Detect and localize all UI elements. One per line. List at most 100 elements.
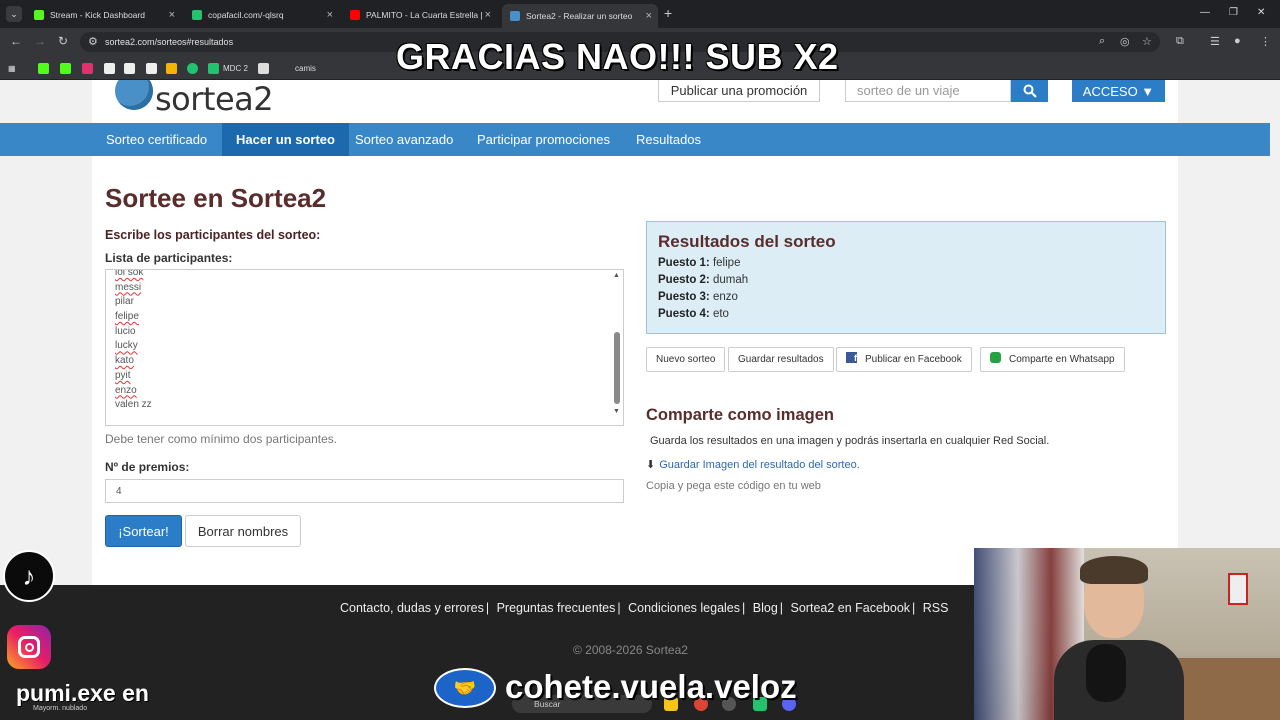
save-results-button[interactable]: Guardar resultados [728, 347, 834, 372]
bookmark-kick2-icon[interactable] [60, 61, 75, 75]
publish-facebook-button[interactable]: f Publicar en Facebook [836, 347, 972, 372]
bookmark-camis[interactable]: camis [295, 61, 316, 75]
reload-icon[interactable]: ↻ [58, 34, 68, 48]
bookmark-ext4-icon[interactable] [258, 61, 273, 75]
nav-sorteo-avanzado[interactable]: Sorteo avanzado [341, 123, 467, 156]
footer-link-facebook[interactable]: Sortea2 en Facebook [791, 601, 911, 615]
participants-list-label: Lista de participantes: [105, 251, 233, 265]
url-text[interactable]: sortea2.com/sorteos#resultados [105, 37, 233, 47]
draw-button[interactable]: ¡Sortear! [105, 515, 182, 547]
participant-line: messi [115, 281, 142, 293]
window-close-icon[interactable]: ✕ [1257, 7, 1265, 18]
share-image-title: Comparte como imagen [646, 406, 834, 424]
tab-search-icon[interactable]: ⌄ [6, 6, 22, 22]
extensions-icon[interactable]: ⧉ [1176, 35, 1184, 48]
footer-link-preguntas[interactable]: Preguntas frecuentes [497, 601, 616, 615]
bookmark-ext-icon[interactable] [104, 61, 119, 75]
bookmark-mdc2[interactable]: MDC 2 [208, 61, 248, 75]
bookmark-circle-icon[interactable] [187, 61, 202, 75]
nav-sorteo-certificado[interactable]: Sorteo certificado [92, 123, 221, 156]
download-icon: ⬇ [646, 459, 656, 471]
profile-avatar[interactable]: ● [1234, 35, 1241, 47]
sidebar-icon[interactable]: ☰ [1210, 35, 1220, 48]
tiktok-icon: ♪ [3, 550, 55, 602]
close-tab-icon[interactable]: × [169, 9, 175, 21]
tab-title: PALMITO - La Cuarta Estrella [V [366, 10, 482, 20]
textarea-scrollbar[interactable]: ▲ ▼ [613, 272, 621, 423]
bookmark-ext2-icon[interactable] [124, 61, 139, 75]
overlay-cohete-text: cohete.vuela.veloz [505, 668, 797, 705]
logo-text: sortea2 [155, 80, 274, 116]
facebook-button-label: Publicar en Facebook [865, 354, 962, 365]
result-row: Puesto 4: eto [658, 308, 729, 320]
participant-line: lucky [115, 340, 138, 352]
scroll-up-icon[interactable]: ▲ [613, 272, 620, 279]
tab-sortea2[interactable]: Sortea2 - Realizar un sorteo × [502, 4, 658, 28]
bookmark-ext3-icon[interactable] [146, 61, 161, 75]
min-participants-hint: Debe tener como mínimo dos participantes… [105, 432, 338, 446]
share-whatsapp-button[interactable]: Comparte en Whatsapp [980, 347, 1125, 372]
close-tab-icon[interactable]: × [646, 10, 652, 22]
youtube-icon [350, 10, 360, 20]
scroll-down-icon[interactable]: ▼ [613, 408, 620, 415]
new-draw-button[interactable]: Nuevo sorteo [646, 347, 726, 372]
results-title: Resultados del sorteo [658, 232, 836, 251]
nav-participar-promociones[interactable]: Participar promociones [463, 123, 624, 156]
save-image-link-label: Guardar Imagen del resultado del sorteo. [659, 458, 860, 471]
stream-overlay-title: GRACIAS NAO!!! SUB X2 [396, 36, 839, 77]
new-tab-icon[interactable]: + [664, 5, 672, 21]
share-image-text: Guarda los resultados en una imagen y po… [650, 435, 1050, 447]
close-tab-icon[interactable]: × [485, 9, 491, 21]
sortea2-logo[interactable]: sortea2 [113, 80, 293, 116]
bookmark-instagram-icon[interactable] [82, 61, 97, 75]
footer-link-contacto[interactable]: Contacto, dudas y errores [340, 601, 484, 615]
handshake-icon: 🤝 [434, 668, 496, 708]
site-info-icon[interactable]: ⚙ [88, 35, 98, 48]
whatsapp-button-label: Comparte en Whatsapp [1009, 354, 1115, 365]
participants-textarea[interactable]: lol sok messi pilar felipe lucio lucky k… [105, 269, 624, 426]
participants-heading: Escribe los participantes del sorteo: [105, 228, 321, 242]
back-icon[interactable]: ← [10, 34, 22, 48]
apps-icon[interactable]: ▦ [8, 61, 16, 75]
bookmark-star-icon[interactable]: ☆ [1142, 35, 1152, 48]
search-input[interactable]: sorteo de un viaje [845, 80, 1011, 102]
save-image-link[interactable]: ⬇ Guardar Imagen del resultado del sorte… [646, 458, 860, 472]
close-tab-icon[interactable]: × [327, 9, 333, 21]
tab-title: copafacil.com/-qlsrq [208, 10, 284, 20]
restore-icon[interactable]: ❐ [1229, 7, 1238, 18]
tab-copafacil[interactable]: copafacil.com/-qlsrq × [184, 4, 339, 26]
menu-icon[interactable]: ⋮ [1260, 35, 1271, 48]
webcam-feed [974, 548, 1280, 720]
nav-resultados[interactable]: Resultados [622, 123, 715, 156]
sortea2-favicon [510, 11, 520, 21]
clear-names-button[interactable]: Borrar nombres [185, 515, 301, 547]
footer-link-condiciones[interactable]: Condiciones legales [628, 601, 740, 615]
footer-link-blog[interactable]: Blog [753, 601, 778, 615]
main-nav: Sorteo certificado Hacer un sorteo Sorte… [0, 123, 1270, 156]
participant-line: enzo [115, 384, 137, 396]
publish-promotion-button[interactable]: Publicar una promoción [658, 80, 820, 102]
prizes-input[interactable]: 4 [105, 479, 624, 503]
copafacil-icon [192, 10, 202, 20]
scroll-thumb[interactable] [614, 332, 620, 404]
eye-off-icon[interactable]: ◎ [1120, 35, 1130, 48]
participant-line: felipe [115, 311, 139, 323]
result-row: Puesto 1: felipe [658, 257, 741, 269]
footer-link-rss[interactable]: RSS [923, 601, 949, 615]
participant-line: pyit [115, 369, 131, 381]
bookmark-u-icon[interactable] [166, 61, 181, 75]
search-button[interactable] [1011, 80, 1048, 102]
minimize-icon[interactable]: — [1200, 7, 1210, 18]
tab-kick-dashboard[interactable]: Stream - Kick Dashboard × [26, 4, 181, 26]
result-row: Puesto 2: dumah [658, 274, 749, 286]
search-icon [1023, 84, 1037, 98]
forward-icon[interactable]: → [34, 34, 46, 48]
participant-line: pilar [115, 296, 134, 308]
bookmark-kick-icon[interactable] [38, 61, 53, 75]
nav-hacer-un-sorteo[interactable]: Hacer un sorteo [222, 123, 349, 156]
access-button[interactable]: ACCESO ▼ [1072, 80, 1165, 102]
tab-youtube[interactable]: PALMITO - La Cuarta Estrella [V × [342, 4, 497, 26]
result-row: Puesto 3: enzo [658, 291, 738, 303]
tab-title: Sortea2 - Realizar un sorteo [526, 11, 633, 21]
zoom-icon[interactable]: ⌕ [1099, 35, 1105, 48]
